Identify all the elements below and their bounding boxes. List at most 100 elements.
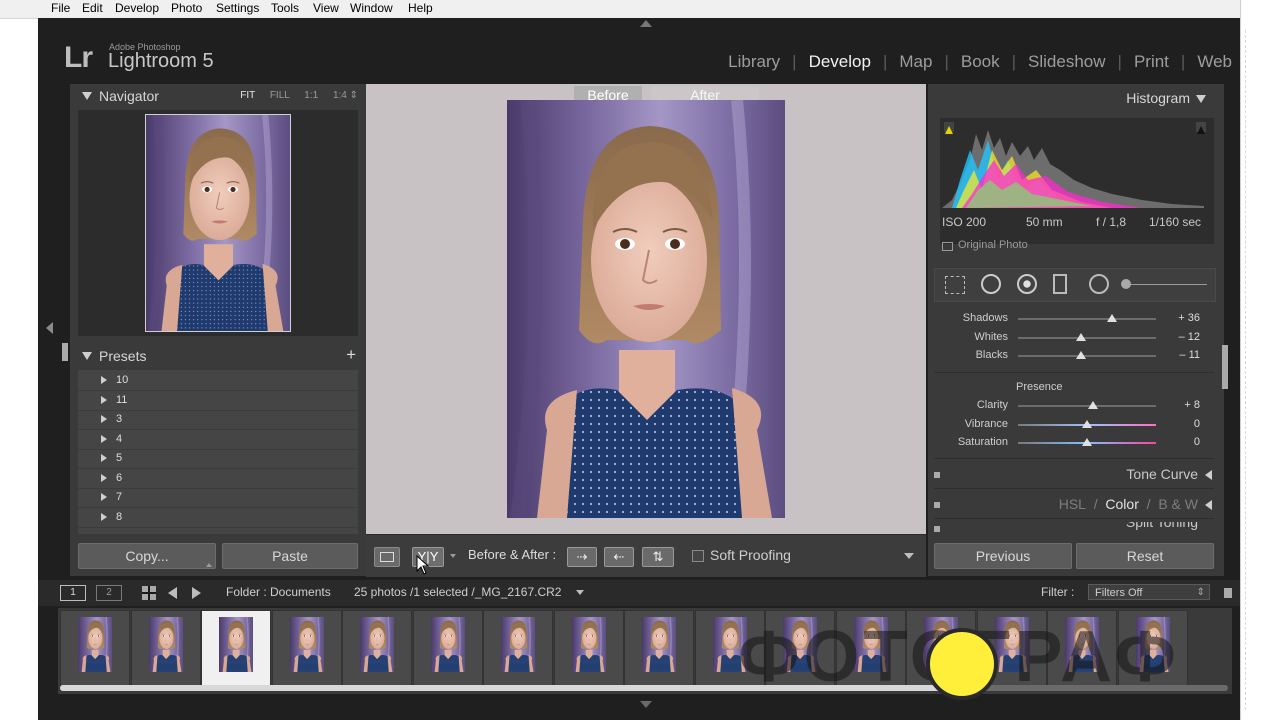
slider-knob[interactable] <box>1076 351 1087 359</box>
copy-button[interactable]: Copy... <box>78 543 216 569</box>
slider-value[interactable]: 0 <box>1194 436 1200 448</box>
graduated-filter-icon[interactable] <box>1053 274 1067 294</box>
filmstrip-thumbnail[interactable] <box>130 610 201 688</box>
filmstrip-thumbnail[interactable] <box>553 610 624 688</box>
slider-knob[interactable] <box>1082 420 1092 428</box>
whites-slider[interactable]: Whites – 12 <box>928 329 1224 347</box>
filmstrip-count[interactable]: 25 photos /1 selected /_MG_2167.CR2 <box>354 585 561 599</box>
main-photo[interactable] <box>507 100 785 518</box>
expand-triangle-icon[interactable] <box>101 474 107 482</box>
module-library[interactable]: Library <box>716 52 792 74</box>
toolbar-menu-icon[interactable] <box>904 553 914 559</box>
slider-value[interactable]: – 11 <box>1179 349 1200 361</box>
red-eye-correction-icon[interactable] <box>1017 274 1037 294</box>
previous-button[interactable]: Previous <box>934 543 1072 569</box>
menu-window[interactable]: Window <box>350 1 393 15</box>
filmstrip-thumbnail[interactable] <box>271 610 342 688</box>
module-map[interactable]: Map <box>887 52 944 74</box>
hsl-color-bw-section[interactable]: HSL / Color / B & W <box>928 492 1224 518</box>
spot-removal-icon[interactable] <box>981 274 1001 294</box>
tab-bw[interactable]: B & W <box>1158 496 1198 512</box>
slider-track[interactable] <box>1018 318 1156 320</box>
tab-hsl[interactable]: HSL <box>1059 496 1086 512</box>
crop-overlay-icon[interactable] <box>945 276 965 294</box>
menu-edit[interactable]: Edit <box>82 1 103 15</box>
copy-menu-icon[interactable] <box>206 563 212 567</box>
bottom-panel-toggle-icon[interactable] <box>640 701 652 708</box>
panel-switch-icon[interactable] <box>934 472 940 478</box>
histogram-header[interactable]: Histogram <box>1126 90 1206 106</box>
filmstrip-thumbnail[interactable] <box>60 610 130 688</box>
navigator-preview[interactable] <box>78 110 358 336</box>
menu-tools[interactable]: Tools <box>271 1 299 15</box>
zoom-1-1[interactable]: 1:1 <box>304 90 318 101</box>
module-book[interactable]: Book <box>949 52 1012 74</box>
zoom-fit[interactable]: FIT <box>240 90 255 101</box>
collapse-triangle-icon[interactable] <box>82 92 92 100</box>
source-dropdown-icon[interactable] <box>576 590 584 595</box>
module-print[interactable]: Print <box>1122 52 1181 74</box>
expand-triangle-icon[interactable] <box>1205 470 1212 480</box>
menu-help[interactable]: Help <box>408 1 433 15</box>
preset-folder[interactable]: 8 <box>78 508 358 528</box>
preset-folder[interactable]: 6 <box>78 469 358 489</box>
preset-folder[interactable]: 11 <box>78 391 358 411</box>
saturation-slider[interactable]: Saturation 0 <box>928 434 1224 452</box>
filmstrip-source[interactable]: Folder : Documents <box>226 585 331 599</box>
radial-filter-icon[interactable] <box>1089 274 1109 294</box>
expand-triangle-icon[interactable] <box>101 415 107 423</box>
slider-value[interactable]: 0 <box>1194 418 1200 430</box>
copy-after-to-before-button[interactable]: ⇠ <box>604 547 634 567</box>
preset-folder[interactable]: 10 <box>78 371 358 391</box>
filmstrip-thumbnail[interactable] <box>483 610 553 688</box>
tab-color[interactable]: Color <box>1105 496 1138 512</box>
expand-triangle-icon[interactable] <box>101 435 107 443</box>
menu-photo[interactable]: Photo <box>171 1 202 15</box>
highlight-clipping-warning-icon[interactable] <box>1196 122 1206 134</box>
menu-develop[interactable]: Develop <box>115 1 159 15</box>
slider-value[interactable]: + 36 <box>1178 312 1200 324</box>
slider-knob[interactable] <box>1082 438 1092 446</box>
forward-arrow-icon[interactable] <box>192 587 201 599</box>
left-panel-toggle-icon[interactable] <box>46 322 53 334</box>
tone-curve-section[interactable]: Tone Curve <box>928 462 1224 488</box>
expand-triangle-icon[interactable] <box>1205 500 1212 510</box>
preset-folder[interactable]: 3 <box>78 410 358 430</box>
preset-folder[interactable]: 7 <box>78 488 358 508</box>
navigator-thumbnail[interactable] <box>145 114 291 332</box>
slider-value[interactable]: – 12 <box>1179 331 1200 343</box>
filmstrip-thumbnail[interactable] <box>624 610 694 688</box>
paste-button[interactable]: Paste <box>222 543 358 569</box>
copy-before-to-after-button[interactable]: ⇢ <box>567 547 597 567</box>
back-arrow-icon[interactable] <box>168 587 177 599</box>
expand-triangle-icon[interactable] <box>101 376 107 384</box>
filter-select[interactable]: Filters Off <box>1088 584 1210 601</box>
menu-view[interactable]: View <box>313 1 339 15</box>
filmstrip-thumbnail[interactable] <box>412 610 483 688</box>
shadow-clipping-warning-icon[interactable] <box>944 122 954 134</box>
vibrance-slider[interactable]: Vibrance 0 <box>928 416 1224 434</box>
preset-folder[interactable]: 5 <box>78 449 358 469</box>
adjustment-brush-icon[interactable] <box>1121 279 1131 289</box>
reset-button[interactable]: Reset <box>1076 543 1214 569</box>
soft-proofing-checkbox[interactable] <box>692 550 704 562</box>
collapse-triangle-icon[interactable] <box>82 352 92 360</box>
main-window-button[interactable]: 1 <box>60 585 86 601</box>
slider-knob[interactable] <box>1087 401 1098 409</box>
slider-track[interactable] <box>1018 355 1156 357</box>
left-panel-scrollbar[interactable] <box>62 343 68 361</box>
zoom-1-4[interactable]: 1:4 ⇕ <box>333 90 358 101</box>
split-toning-section[interactable]: Split Toning <box>928 522 1224 534</box>
module-web[interactable]: Web <box>1185 52 1232 74</box>
expand-triangle-icon[interactable] <box>101 396 107 404</box>
slider-track[interactable] <box>1018 337 1156 339</box>
filter-lock-icon[interactable] <box>1224 588 1232 598</box>
swap-before-after-button[interactable]: ⇅ <box>642 547 674 567</box>
expand-triangle-icon[interactable] <box>101 454 107 462</box>
panel-switch-icon[interactable] <box>934 526 940 532</box>
module-slideshow[interactable]: Slideshow <box>1016 52 1118 74</box>
add-preset-icon[interactable]: + <box>346 345 356 365</box>
original-photo-checkbox[interactable] <box>942 242 953 251</box>
view-mode-dropdown-icon[interactable] <box>450 554 456 558</box>
top-panel-toggle-icon[interactable] <box>640 20 652 27</box>
